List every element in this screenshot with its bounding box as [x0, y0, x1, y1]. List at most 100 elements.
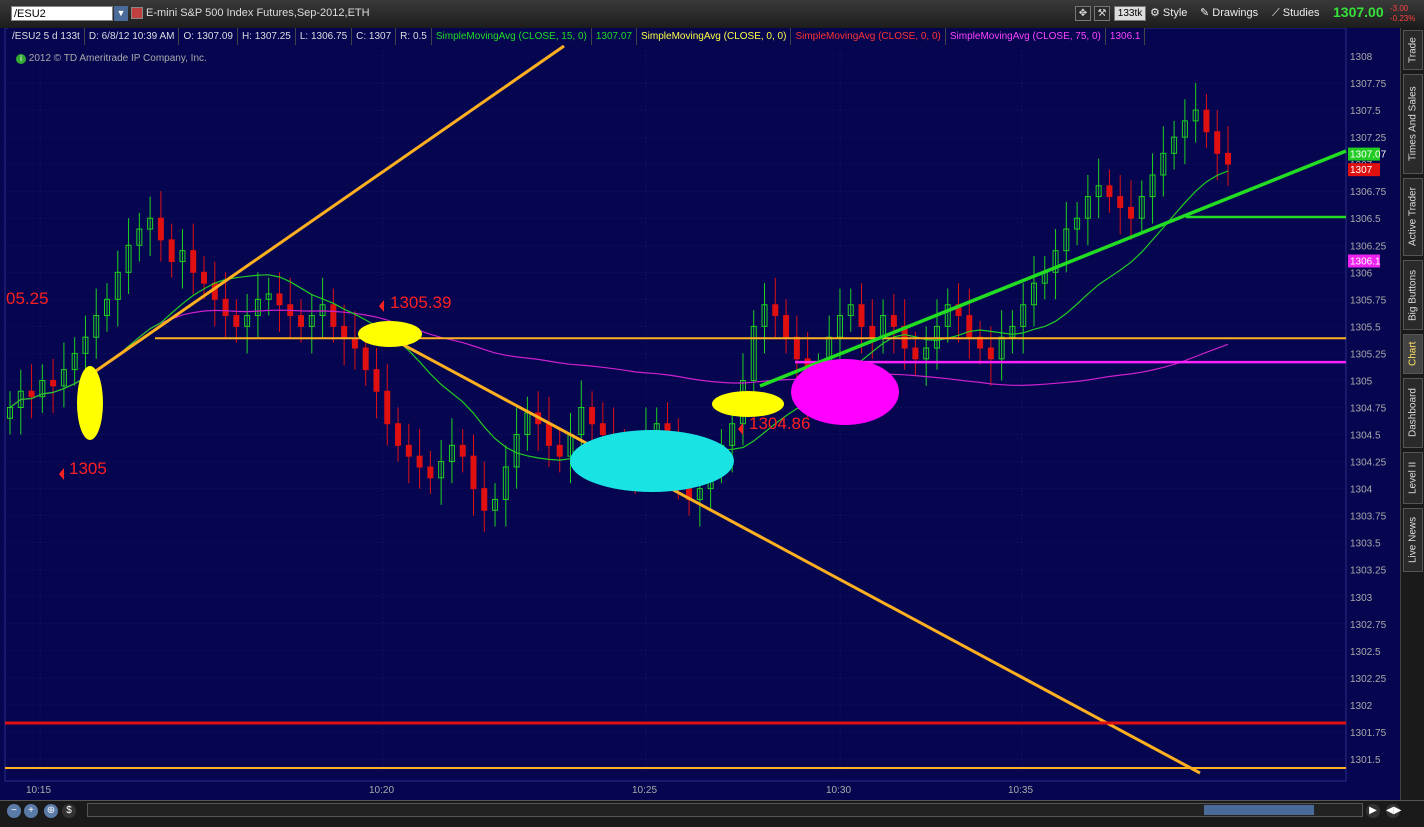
sma75-label[interactable]: SimpleMovingAvg (CLOSE, 75, 0)	[945, 28, 1106, 45]
instrument-title: E-mini S&P 500 Index Futures,Sep-2012,ET…	[146, 7, 370, 19]
price-tick-label: 1303.25	[1350, 566, 1387, 577]
price-tick-label: 1306	[1350, 268, 1373, 279]
candle-down	[987, 347, 994, 360]
price-tick-label: 1303.75	[1350, 512, 1387, 523]
annotation-arrow-icon	[738, 423, 743, 435]
info-high: H: 1307.25	[237, 28, 296, 45]
annotation-arrow-icon	[379, 300, 384, 312]
tab-trade[interactable]: Trade	[1403, 30, 1423, 70]
annotation-1304-86: 1304.86	[749, 414, 810, 433]
style-button[interactable]: ⚙ Style	[1150, 5, 1187, 22]
scroll-right-icon[interactable]: ▶	[1366, 804, 1380, 818]
net-change: -3.00	[1390, 4, 1409, 13]
candle-down	[416, 455, 423, 468]
info-range: R: 0.5	[396, 28, 432, 45]
crosshair-icon[interactable]: ✥	[1075, 6, 1091, 21]
price-tick-label: 1305.5	[1350, 322, 1381, 333]
candle-down	[1214, 131, 1221, 154]
pencil-icon: ✎	[1200, 7, 1213, 19]
tab-active-trader[interactable]: Active Trader	[1403, 178, 1423, 256]
currency-icon[interactable]: $	[62, 804, 76, 818]
candle-down	[351, 337, 358, 349]
link-icon[interactable]	[131, 7, 143, 19]
candle-down	[276, 293, 283, 306]
annotation-1305: 1305	[69, 459, 107, 478]
time-tick-label: 10:20	[369, 785, 394, 796]
info-low: L: 1306.75	[295, 28, 353, 45]
candle-down	[384, 390, 391, 425]
annotation-arrow-icon	[59, 468, 64, 480]
price-tick-label: 1303.5	[1350, 539, 1381, 550]
sma0a-label[interactable]: SimpleMovingAvg (CLOSE, 0, 0)	[637, 28, 792, 45]
zoom-out-icon[interactable]: −	[7, 804, 21, 818]
copyright-text: i 2012 © TD Ameritrade IP Company, Inc.	[16, 53, 207, 64]
candle-down	[50, 379, 57, 387]
scroll-thumb[interactable]	[1204, 805, 1314, 815]
price-tick-label: 1307.25	[1350, 133, 1387, 144]
chart-info-bar: /ESU2 5 d 133t D: 6/8/12 10:39 AM O: 130…	[8, 28, 1146, 45]
price-tick-label: 1301.5	[1350, 755, 1381, 766]
highlight-ellipse-yellow-2	[358, 321, 422, 347]
expand-icon[interactable]: ◀▶	[1386, 804, 1401, 818]
price-tick-label: 1304	[1350, 485, 1373, 496]
time-scrollbar[interactable]	[87, 803, 1363, 817]
candle-down	[168, 239, 175, 262]
candle-down	[912, 347, 919, 360]
candle-down	[459, 444, 466, 457]
candle-down	[470, 455, 477, 490]
zoom-box-icon[interactable]: ⊕	[44, 804, 58, 818]
candle-down	[1127, 206, 1134, 219]
candle-down	[545, 423, 552, 446]
drawings-button[interactable]: ✎ Drawings	[1200, 5, 1258, 22]
trendline-down-orange	[371, 326, 1201, 775]
price-tick-label: 1307.5	[1350, 106, 1381, 117]
price-chart[interactable]: 1308 1307.75 1307.5 1307.25 1307 1306.75 1306.…	[0, 27, 1400, 800]
right-sidebar: Trade Times And Sales Active Trader Big But…	[1400, 28, 1424, 800]
candle-down	[1225, 152, 1231, 165]
candle-down	[599, 423, 606, 436]
price-tick-label: 1304.5	[1350, 431, 1381, 442]
price-tick-label: 1308	[1350, 52, 1373, 63]
chevron-down-icon[interactable]: ▼	[114, 6, 128, 21]
tab-level-ii[interactable]: Level II	[1403, 452, 1423, 504]
candle-down	[341, 325, 348, 339]
price-badge-sma15: 1307.07	[1350, 150, 1387, 161]
studies-button[interactable]: ⟋ Studies	[1272, 5, 1319, 22]
sma15-label[interactable]: SimpleMovingAvg (CLOSE, 15, 0)	[431, 28, 592, 45]
candle-down	[1203, 109, 1210, 133]
zoom-in-icon[interactable]: +	[24, 804, 38, 818]
sma0b-label[interactable]: SimpleMovingAvg (CLOSE, 0, 0)	[791, 28, 946, 45]
price-tick-label: 1302	[1350, 701, 1373, 712]
tab-dashboard[interactable]: Dashboard	[1403, 378, 1423, 448]
candle-down	[890, 315, 897, 327]
candle-down	[330, 304, 337, 327]
candle-down	[772, 304, 779, 317]
info-date: D: 6/8/12 10:39 AM	[84, 28, 180, 45]
symbol-input[interactable]: /ESU2	[11, 6, 113, 21]
time-tick-label: 10:25	[632, 785, 657, 796]
tab-times-and-sales[interactable]: Times And Sales	[1403, 74, 1423, 174]
plot-area	[4, 27, 1347, 782]
tab-live-news[interactable]: Live News	[1403, 508, 1423, 572]
candle-down	[481, 488, 488, 511]
candle-down	[556, 444, 563, 457]
candle-down	[1106, 185, 1113, 198]
candle-down	[589, 407, 596, 425]
candle-down	[869, 325, 876, 338]
tab-big-buttons[interactable]: Big Buttons	[1403, 260, 1423, 330]
chart-canvas[interactable]: 1308 1307.75 1307.5 1307.25 1307 1306.75 1306.…	[0, 27, 1400, 800]
price-tick-label: 1306.75	[1350, 187, 1387, 198]
tab-chart[interactable]: Chart	[1403, 334, 1423, 374]
price-tick-label: 1303	[1350, 593, 1373, 604]
candle-down	[783, 315, 790, 338]
studies-icon: ⟋	[1272, 7, 1283, 19]
tools-icon[interactable]: ⚒	[1094, 6, 1110, 21]
candle-down	[1117, 196, 1124, 208]
last-price: 1307.00	[1333, 4, 1384, 20]
candle-down	[966, 315, 973, 338]
tick-aggregation-button[interactable]: 133tk	[1114, 6, 1146, 21]
candle-down	[362, 347, 369, 371]
candle-down	[157, 217, 164, 241]
price-tick-label: 1307.75	[1350, 79, 1387, 90]
candle-down	[201, 271, 208, 284]
